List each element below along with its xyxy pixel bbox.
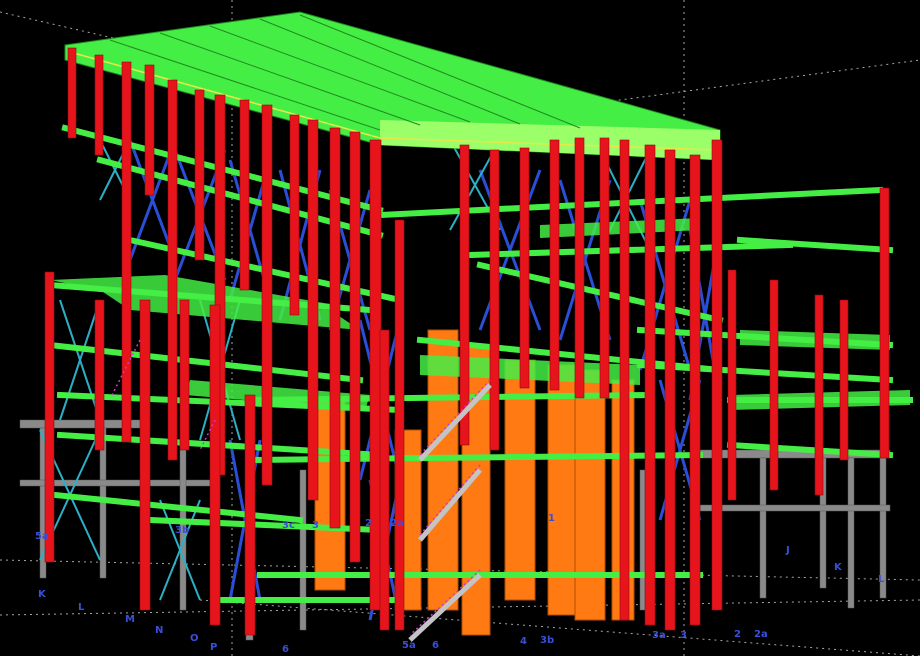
grid-label: K	[834, 562, 843, 573]
grid-label: L	[78, 602, 85, 613]
grid-label: 1	[548, 513, 555, 524]
grid-label: 5a	[402, 640, 416, 651]
grid-label: J	[785, 545, 790, 556]
grid-label: 3	[312, 520, 319, 531]
grid-label: O	[190, 633, 199, 644]
grid-label: 3a	[652, 630, 666, 641]
grid-label: 3	[680, 630, 687, 641]
3d-model-viewport[interactable]: 5a K L M N O P 6 3b 3c 3 2 2a 5a 6 4 3b …	[0, 0, 920, 656]
grid-label: 5a	[35, 531, 49, 542]
grid-label: 3b	[175, 525, 189, 536]
grid-label: 6	[432, 640, 439, 651]
grid-label: 2	[365, 518, 372, 529]
grid-label: 4	[520, 636, 527, 647]
grid-label: K	[38, 589, 47, 600]
grid-label: 3c	[282, 520, 295, 531]
grid-label: 2a	[754, 629, 768, 640]
grid-label: 6	[282, 644, 289, 655]
grid-label: L	[878, 574, 885, 585]
grid-label: P	[210, 642, 217, 653]
grid-label: 3b	[540, 635, 554, 646]
structural-model-canvas[interactable]: 5a K L M N O P 6 3b 3c 3 2 2a 5a 6 4 3b …	[0, 0, 920, 656]
grid-label: 2a	[390, 518, 404, 529]
grid-label: N	[155, 625, 163, 636]
grid-label: 2	[734, 629, 741, 640]
grid-label: M	[125, 614, 135, 625]
